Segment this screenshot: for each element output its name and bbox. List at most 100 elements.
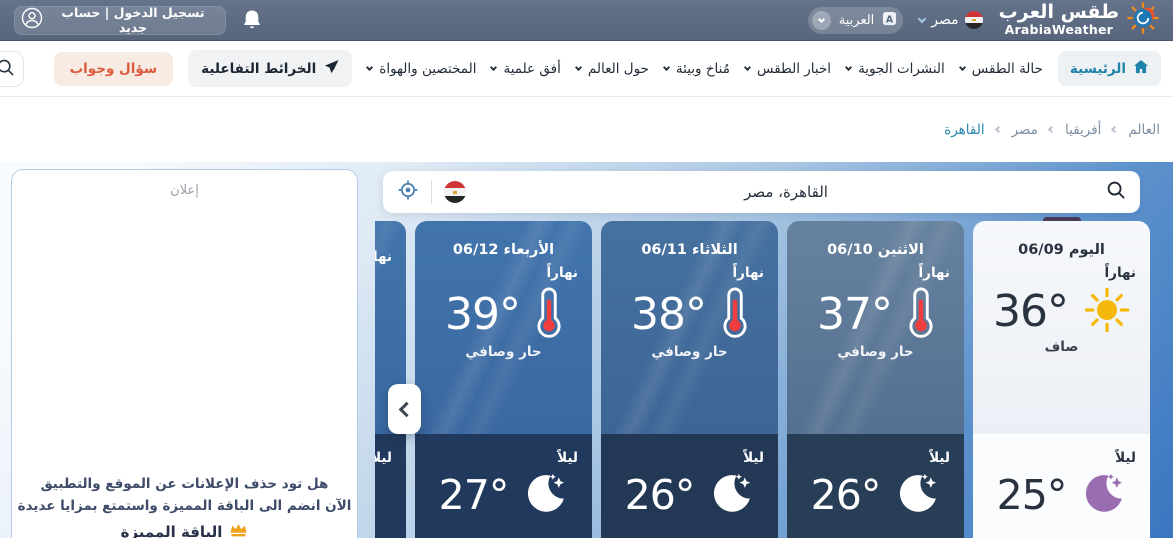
nav-home-label: الرئيسية: [1070, 61, 1126, 77]
qa-label: سؤال وجواب: [70, 61, 158, 77]
day-label: نهاراً: [415, 265, 592, 281]
chevron-down-icon: [366, 64, 373, 71]
day-temperature: 38°: [631, 289, 706, 340]
chevron-down-icon: [575, 64, 582, 71]
card-title: اليوم 06/09: [973, 221, 1150, 258]
chevron-down-icon: [490, 64, 497, 71]
nav-item-label: المختصين والهواة: [379, 61, 476, 77]
chevron-down-icon: [818, 15, 825, 22]
chevron-down-icon: [918, 15, 926, 23]
nav-item-home[interactable]: الرئيسية: [1058, 51, 1161, 86]
day-label: نهاراً: [601, 265, 778, 281]
nav-item-specialists[interactable]: المختصين والهواة: [367, 61, 476, 77]
satellite-icon: [324, 59, 339, 78]
night-temperature: 26°: [625, 471, 695, 519]
moon-icon: [524, 471, 568, 519]
notifications-bell-icon[interactable]: [242, 9, 262, 31]
promo-line2: الآن انضم الى الباقة المميزة واستمتع بمز…: [12, 495, 357, 517]
day-condition: حار وصافي: [601, 344, 778, 360]
night-temperature: 25°: [997, 471, 1067, 519]
thermometer-icon: [722, 286, 748, 342]
moon-icon: [896, 471, 940, 519]
forecast-card-monday[interactable]: الاثنين 06/10 نهاراً 37° حار وصافي: [787, 217, 964, 538]
avatar-icon: [21, 7, 43, 33]
breadcrumb-current-cairo: القاهرة: [944, 122, 984, 138]
breadcrumb-world[interactable]: العالم: [1128, 122, 1160, 138]
forecast-card-wednesday[interactable]: الأربعاء 06/12 نهاراً 39° حار وصافي: [415, 217, 592, 538]
thermometer-icon: [908, 286, 934, 342]
nav-item-science-horizons[interactable]: أفق علمية: [491, 61, 560, 77]
night-label: ليلاً: [375, 434, 406, 466]
day-condition: حار وصافي: [787, 344, 964, 360]
chevron-left-icon: [1111, 126, 1118, 133]
login-label: تسجيل الدخول | حساب جديد: [51, 5, 215, 35]
question-answer-button[interactable]: سؤال وجواب: [54, 52, 174, 86]
nav-item-label: أفق علمية: [503, 61, 560, 77]
brand-logo[interactable]: طقس العرب ArabiaWeather: [999, 2, 1159, 38]
crown-icon: [229, 522, 248, 538]
nav-item-label: اخبار الطقس: [757, 61, 831, 77]
egypt-flag-icon: [965, 11, 983, 29]
sun-icon: [1084, 287, 1130, 337]
chevron-down-icon: [663, 64, 670, 71]
forecast-carousel: اليوم 06/09 نهاراً 36°: [375, 217, 1150, 538]
translate-icon: A: [882, 11, 897, 30]
day-temperature: 39°: [445, 289, 520, 340]
main-navbar: الرئيسية حالة الطقس النشرات الجوية اخبار…: [0, 41, 1173, 97]
card-title: الأربعاء 06/12: [415, 221, 592, 258]
location-search-input[interactable]: [466, 183, 1106, 201]
nav-item-around-world[interactable]: حول العالم: [576, 61, 649, 77]
home-icon: [1133, 59, 1149, 78]
brand-sun-icon: [1127, 2, 1159, 38]
country-label: مصر: [931, 12, 958, 28]
language-selector[interactable]: A العربية: [808, 7, 904, 34]
night-label: ليلاً: [415, 434, 592, 466]
night-temperature: 27°: [439, 471, 509, 519]
nav-item-label: مُناخ وبيئة: [676, 61, 730, 77]
gps-locate-icon[interactable]: [397, 179, 419, 205]
breadcrumb-egypt[interactable]: مصر: [1012, 122, 1038, 138]
night-label: ليلاً: [973, 434, 1150, 466]
day-temperature: 37°: [817, 289, 892, 340]
forecast-card-today[interactable]: اليوم 06/09 نهاراً 36°: [973, 217, 1150, 538]
nav-item-weather-news[interactable]: اخبار الطقس: [745, 61, 831, 77]
chevron-left-icon: [1048, 126, 1055, 133]
search-icon[interactable]: [1106, 180, 1126, 204]
search-icon: [0, 58, 15, 80]
main-weather-section: إعلان هل تود حذف الإعلانات عن الموقع وال…: [0, 162, 1173, 538]
forecast-card-tuesday[interactable]: الثلاثاء 06/11 نهاراً 38° حار وصافي: [601, 217, 778, 538]
chevron-down-icon: [744, 64, 751, 71]
day-label: نهاراً: [787, 265, 964, 281]
nav-item-bulletins[interactable]: النشرات الجوية: [846, 61, 945, 77]
language-label: العربية: [839, 13, 875, 28]
thermometer-icon: [536, 286, 562, 342]
night-label: ليلاً: [787, 434, 964, 466]
day-label: نهاراً: [375, 249, 406, 265]
nav-item-climate-environment[interactable]: مُناخ وبيئة: [664, 61, 730, 77]
night-temperature: 26°: [811, 471, 881, 519]
ad-sidebar: إعلان هل تود حذف الإعلانات عن الموقع وال…: [11, 169, 358, 538]
premium-promo-text: هل تود حذف الإعلانات عن الموقع والتطبيق …: [12, 473, 357, 517]
chevron-down-icon: [845, 64, 852, 71]
login-signup-button[interactable]: تسجيل الدخول | حساب جديد: [14, 6, 226, 35]
country-selector[interactable]: مصر: [919, 11, 982, 29]
language-chevron-circle: [812, 11, 831, 30]
moon-icon: [710, 471, 754, 519]
ad-label: إعلان: [12, 183, 357, 198]
egypt-flag-icon: [444, 181, 466, 203]
forecast-card-partial[interactable]: نهاراً ليلاً: [375, 217, 406, 538]
interactive-maps-button[interactable]: الخرائط التفاعلية: [188, 50, 352, 87]
breadcrumb-africa[interactable]: أفريقيا: [1065, 122, 1101, 138]
premium-package-link[interactable]: الباقة المميزة: [12, 522, 357, 538]
nav-item-weather-status[interactable]: حالة الطقس: [960, 61, 1043, 77]
maps-label: الخرائط التفاعلية: [201, 61, 316, 77]
carousel-prev-button[interactable]: [388, 384, 421, 434]
breadcrumb: العالم أفريقيا مصر القاهرة: [0, 97, 1173, 162]
chevron-left-icon: [995, 126, 1002, 133]
divider: [431, 180, 432, 204]
nav-item-label: النشرات الجوية: [858, 61, 945, 77]
svg-text:A: A: [886, 14, 894, 25]
chevron-left-icon: [399, 401, 415, 417]
nav-search-button[interactable]: [0, 51, 24, 87]
night-label: ليلاً: [601, 434, 778, 466]
